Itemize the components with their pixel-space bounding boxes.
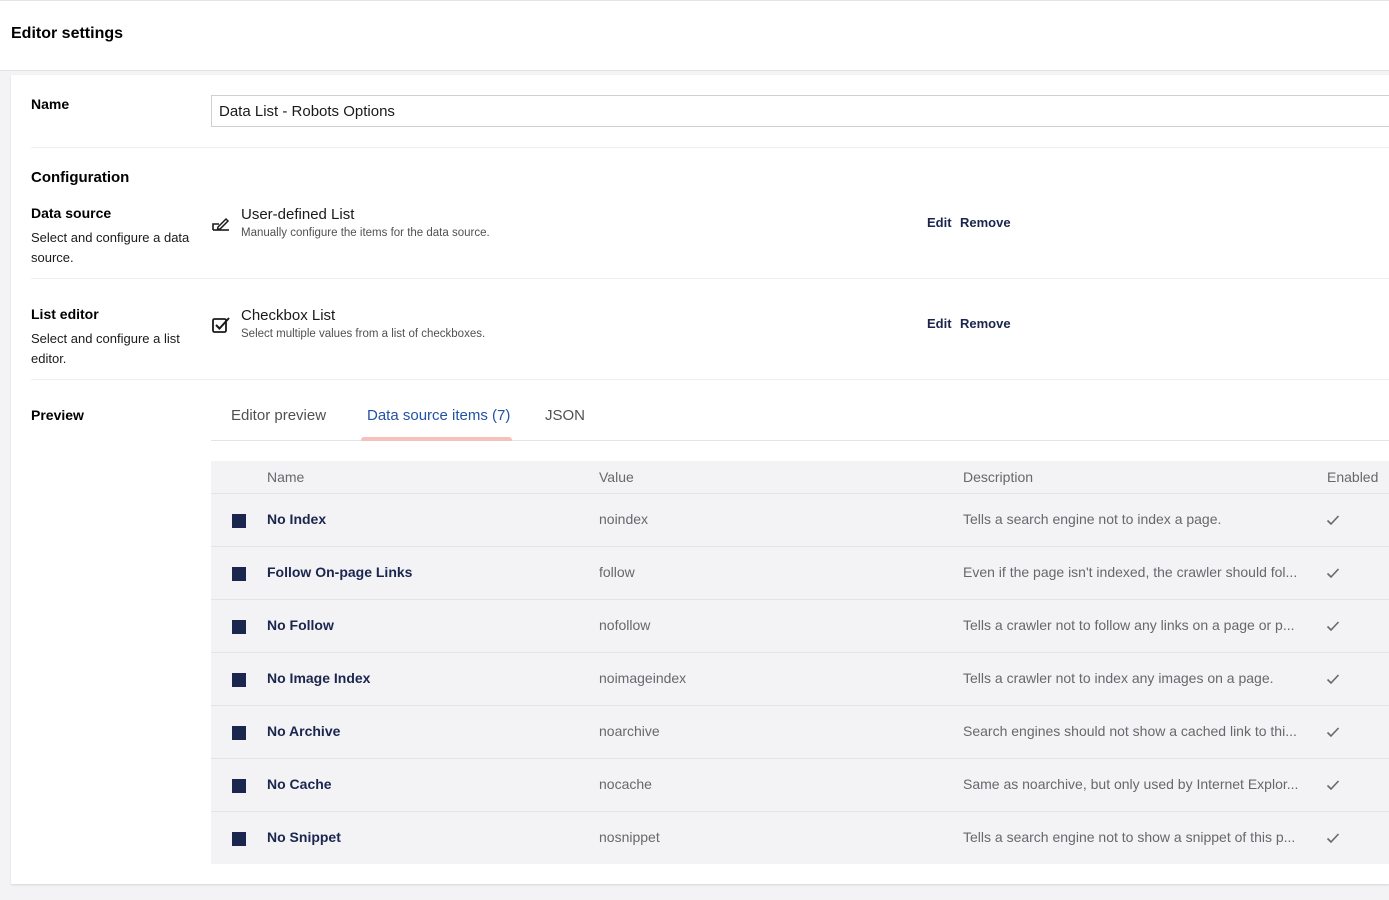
list-editor-remove-button[interactable]: Remove: [960, 316, 1011, 331]
checkbox-icon: [212, 317, 230, 333]
table-header: Name Value Description Enabled: [211, 461, 1389, 494]
row-value: noimageindex: [599, 670, 687, 686]
row-value: noindex: [599, 511, 649, 527]
row-value: follow: [599, 564, 635, 580]
preview-tabs: Editor preview Data source items (7) JSO…: [211, 395, 1389, 441]
list-editor-item-title: Checkbox List: [241, 307, 336, 324]
row-name: No Archive: [267, 723, 341, 739]
row-name: No Snippet: [267, 829, 341, 845]
data-source-edit-button[interactable]: Edit: [927, 215, 952, 230]
list-editor-label: List editor: [31, 306, 99, 322]
check-icon: [1326, 621, 1340, 632]
data-source-description: Select and configure a data source.: [31, 230, 190, 265]
row-value: noarchive: [599, 723, 660, 739]
row-description: Same as noarchive, but only used by Inte…: [963, 776, 1299, 792]
data-source-items-table: Name Value Description Enabled No Index …: [211, 461, 1389, 864]
table-row[interactable]: No Archive noarchive Search engines shou…: [211, 706, 1389, 759]
color-swatch: [232, 620, 246, 634]
row-description: Tells a crawler not to index any images …: [963, 670, 1274, 686]
data-source-label: Data source: [31, 205, 112, 221]
tab-json[interactable]: JSON: [545, 407, 585, 424]
data-source-item-description: Manually configure the items for the dat…: [241, 227, 490, 239]
check-icon: [1326, 780, 1340, 791]
column-header-value: Value: [599, 469, 634, 485]
color-swatch: [232, 514, 246, 528]
row-description: Tells a crawler not to follow any links …: [963, 617, 1295, 633]
table-row[interactable]: No Follow nofollow Tells a crawler not t…: [211, 600, 1389, 653]
data-source-remove-button[interactable]: Remove: [960, 215, 1011, 230]
row-name: No Index: [267, 511, 327, 527]
edit-list-icon: [212, 217, 230, 231]
row-description: Tells a search engine not to show a snip…: [963, 829, 1296, 845]
configuration-title: Configuration: [31, 169, 130, 186]
active-tab-indicator: [361, 437, 512, 441]
column-header-description: Description: [963, 469, 1034, 485]
color-swatch: [232, 567, 246, 581]
page-title: Editor settings: [11, 25, 124, 42]
editor-settings-header: Editor settings: [0, 0, 1389, 71]
row-value: nofollow: [599, 617, 651, 633]
list-editor-edit-button[interactable]: Edit: [927, 316, 952, 331]
check-icon: [1326, 515, 1340, 526]
row-name: No Cache: [267, 776, 332, 792]
table-row[interactable]: No Image Index noimageindex Tells a craw…: [211, 653, 1389, 706]
check-icon: [1326, 833, 1340, 844]
color-swatch: [232, 726, 246, 740]
table-row[interactable]: No Cache nocache Same as noarchive, but …: [211, 759, 1389, 812]
list-editor-description: Select and configure a list editor.: [31, 331, 180, 366]
row-name: No Follow: [267, 617, 334, 633]
check-icon: [1326, 727, 1340, 738]
divider: [31, 147, 1389, 148]
row-description: Tells a search engine not to index a pag…: [963, 511, 1222, 527]
name-label: Name: [31, 96, 70, 112]
name-input[interactable]: [211, 95, 1389, 127]
color-swatch: [232, 673, 246, 687]
check-icon: [1326, 674, 1340, 685]
list-editor-item-description: Select multiple values from a list of ch…: [241, 328, 486, 340]
data-source-item-title: User-defined List: [241, 206, 355, 223]
row-name: No Image Index: [267, 670, 371, 686]
row-description: Search engines should not show a cached …: [963, 723, 1297, 739]
table-row[interactable]: Follow On-page Links follow Even if the …: [211, 547, 1389, 600]
column-header-enabled: Enabled: [1327, 469, 1379, 485]
row-description: Even if the page isn't indexed, the craw…: [963, 564, 1298, 580]
divider: [31, 379, 1389, 380]
color-swatch: [232, 832, 246, 846]
color-swatch: [232, 779, 246, 793]
divider: [31, 278, 1389, 279]
column-header-name: Name: [267, 469, 305, 485]
tab-editor-preview[interactable]: Editor preview: [231, 407, 326, 424]
row-name: Follow On-page Links: [267, 564, 413, 580]
tab-data-source-items[interactable]: Data source items (7): [367, 407, 510, 424]
preview-label: Preview: [31, 407, 84, 423]
row-value: nocache: [599, 776, 652, 792]
row-value: nosnippet: [599, 829, 660, 845]
table-row[interactable]: No Snippet nosnippet Tells a search engi…: [211, 812, 1389, 865]
settings-panel: Name Configuration Data source Select an…: [11, 75, 1389, 884]
check-icon: [1326, 568, 1340, 579]
table-row[interactable]: No Index noindex Tells a search engine n…: [211, 494, 1389, 547]
